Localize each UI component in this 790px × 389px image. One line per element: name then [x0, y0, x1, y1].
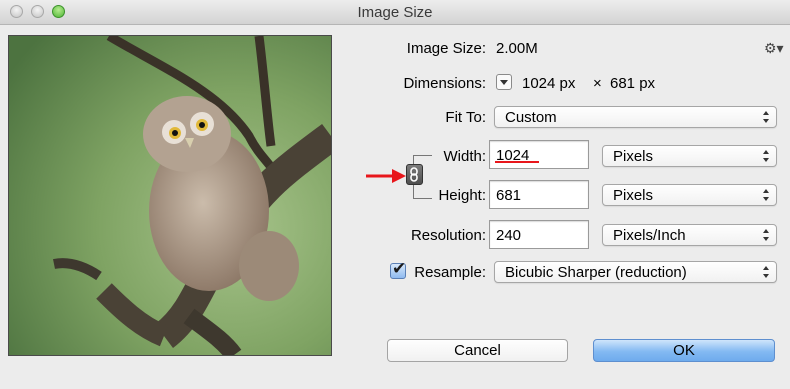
image-size-value: 2.00M	[496, 40, 538, 57]
resample-checkbox[interactable]: ✔	[390, 259, 406, 279]
height-unit-value: Pixels	[613, 187, 654, 204]
resample-method-value: Bicubic Sharper (reduction)	[505, 264, 687, 281]
checkmark-icon: ✔	[392, 259, 407, 278]
resample-label[interactable]: Resample:	[408, 264, 486, 281]
chain-link-icon[interactable]	[406, 164, 423, 185]
ok-button[interactable]: OK	[593, 339, 775, 362]
resolution-unit-select[interactable]: Pixels/Inch	[602, 224, 777, 246]
title-bar: Image Size	[0, 0, 790, 25]
window-title: Image Size	[357, 4, 433, 21]
dimensions-times: ×	[593, 75, 602, 92]
select-arrows-icon	[762, 148, 770, 164]
image-size-label: Image Size:	[406, 40, 486, 57]
select-arrows-icon	[762, 109, 770, 125]
gear-icon[interactable]: ⚙▾	[764, 40, 784, 56]
width-unit-value: Pixels	[613, 148, 654, 165]
dimensions-label: Dimensions:	[403, 75, 486, 92]
owl-photo	[9, 36, 331, 355]
dimensions-width-value: 1024 px	[522, 75, 576, 92]
select-arrows-icon	[762, 227, 770, 243]
height-unit-select[interactable]: Pixels	[602, 184, 777, 206]
annotation-arrow	[366, 169, 406, 183]
width-label: Width:	[443, 148, 486, 165]
select-arrows-icon	[762, 187, 770, 203]
width-field[interactable]: 1024	[489, 140, 589, 169]
resolution-value: 240	[496, 227, 522, 244]
dimensions-height-value: 681 px	[610, 75, 656, 92]
dropdown-triangle-icon[interactable]	[496, 74, 512, 90]
width-unit-select[interactable]: Pixels	[602, 145, 777, 167]
height-value: 681	[496, 187, 522, 204]
annotation-underline	[495, 161, 539, 163]
fit-to-select[interactable]: Custom	[494, 106, 777, 128]
fit-to-value: Custom	[505, 109, 557, 126]
resolution-unit-value: Pixels/Inch	[613, 227, 686, 244]
image-preview[interactable]	[8, 35, 332, 356]
height-label: Height:	[438, 187, 486, 204]
resolution-field[interactable]: 240	[489, 220, 589, 249]
select-arrows-icon	[762, 264, 770, 280]
resolution-label: Resolution:	[410, 227, 486, 244]
fit-to-label: Fit To:	[445, 109, 486, 126]
height-field[interactable]: 681	[489, 180, 589, 209]
resample-method-select[interactable]: Bicubic Sharper (reduction)	[494, 261, 777, 283]
cancel-button[interactable]: Cancel	[387, 339, 568, 362]
